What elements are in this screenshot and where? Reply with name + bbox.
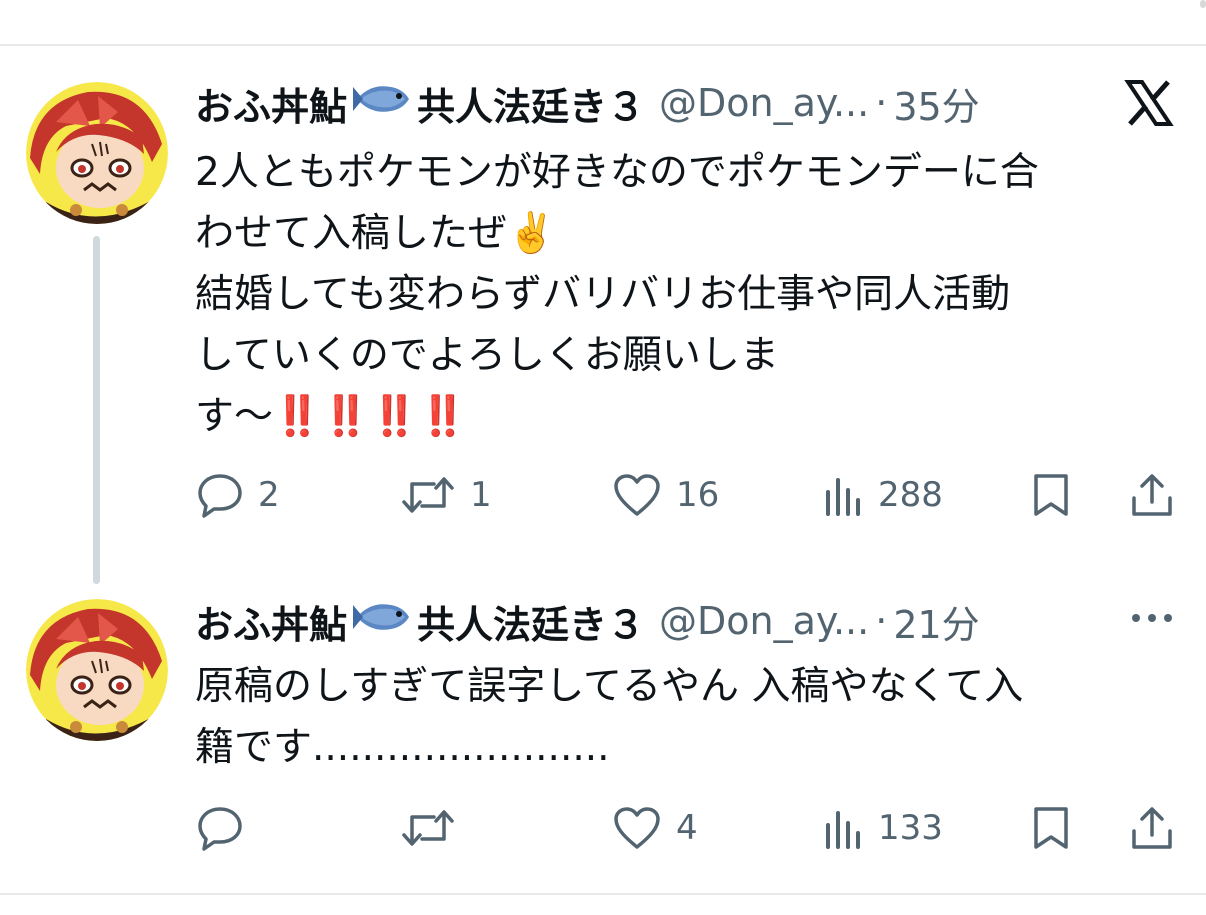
heart-icon xyxy=(612,472,662,518)
x-logo-icon[interactable] xyxy=(1124,78,1174,128)
bookmark-button[interactable] xyxy=(1030,805,1072,851)
divider xyxy=(0,44,1206,46)
share-button[interactable] xyxy=(1130,805,1174,851)
reply-button[interactable]: 2 xyxy=(196,472,280,518)
bookmark-button[interactable] xyxy=(1030,472,1072,518)
reply-icon xyxy=(196,472,244,518)
fish-icon xyxy=(351,597,413,646)
reply-button[interactable] xyxy=(196,805,258,851)
bar-chart-icon xyxy=(824,805,864,851)
bar-chart-icon xyxy=(824,472,864,518)
avatar[interactable] xyxy=(26,82,168,224)
tweet-text-line: 籍です........................ xyxy=(195,725,610,770)
retweet-icon xyxy=(400,472,456,518)
views-button[interactable]: 133 xyxy=(824,805,943,851)
tweet-header: おふ丼鮎 共人法廷き３ @Don_ay... · 35分 xyxy=(195,76,980,130)
reply-icon xyxy=(196,805,244,851)
tweet-text: 原稿のしすぎて誤字してるやん 入稿やなくて入 籍です..............… xyxy=(195,656,1175,778)
tweet-text-line: 2人ともポケモンが好きなのでポケモンデーに合 xyxy=(195,150,1039,195)
retweet-icon xyxy=(400,805,456,851)
divider xyxy=(0,893,1206,895)
share-icon xyxy=(1130,805,1174,851)
fish-icon xyxy=(351,79,413,128)
tweet-text-line: 結婚しても変わらずバリバリお仕事や同人活動 xyxy=(195,272,1011,317)
share-button[interactable] xyxy=(1130,472,1174,518)
more-dots-icon[interactable] xyxy=(1128,603,1176,633)
reply-count: 2 xyxy=(258,475,280,515)
bookmark-icon xyxy=(1030,472,1072,518)
display-name[interactable]: おふ丼鮎 xyxy=(195,594,347,649)
like-count: 4 xyxy=(676,808,698,848)
avatar[interactable] xyxy=(26,599,168,741)
retweet-count: 1 xyxy=(470,475,492,515)
tweet-text: 2人ともポケモンが好きなのでポケモンデーに合 わせて入稿したぜ✌️ 結婚しても変… xyxy=(195,142,1175,447)
like-button[interactable]: 4 xyxy=(612,805,698,851)
tweet-header: おふ丼鮎 共人法廷き３ @Don_ay... · 21分 xyxy=(195,594,980,648)
like-button[interactable]: 16 xyxy=(612,472,719,518)
retweet-button[interactable]: 1 xyxy=(400,472,492,518)
timestamp[interactable]: 35分 xyxy=(893,76,979,131)
tweet-text-line: す〜‼️‼️‼️‼️ xyxy=(195,394,468,439)
views-count: 133 xyxy=(878,808,943,848)
tweet-text-line: 原稿のしすぎて誤字してるやん 入稿やなくて入 xyxy=(195,664,1024,709)
views-button[interactable]: 288 xyxy=(824,472,943,518)
views-count: 288 xyxy=(878,475,943,515)
display-name[interactable]: おふ丼鮎 xyxy=(195,76,347,131)
user-handle[interactable]: @Don_ay... xyxy=(659,81,869,125)
thread-connector-line xyxy=(93,236,100,584)
user-handle[interactable]: @Don_ay... xyxy=(659,599,869,643)
display-name-suffix[interactable]: 共人法廷き３ xyxy=(417,594,645,649)
retweet-button[interactable] xyxy=(400,805,470,851)
separator-dot: · xyxy=(875,599,888,643)
scrollbar[interactable] xyxy=(1200,0,1206,8)
share-icon xyxy=(1130,472,1174,518)
bookmark-icon xyxy=(1030,805,1072,851)
tweet-text-line: わせて入稿したぜ✌️ xyxy=(195,211,556,256)
heart-icon xyxy=(612,805,662,851)
display-name-suffix[interactable]: 共人法廷き３ xyxy=(417,76,645,131)
timestamp[interactable]: 21分 xyxy=(893,594,979,649)
separator-dot: · xyxy=(875,81,888,125)
tweet-text-line: していくのでよろしくお願いしま xyxy=(195,333,779,378)
like-count: 16 xyxy=(676,475,720,515)
